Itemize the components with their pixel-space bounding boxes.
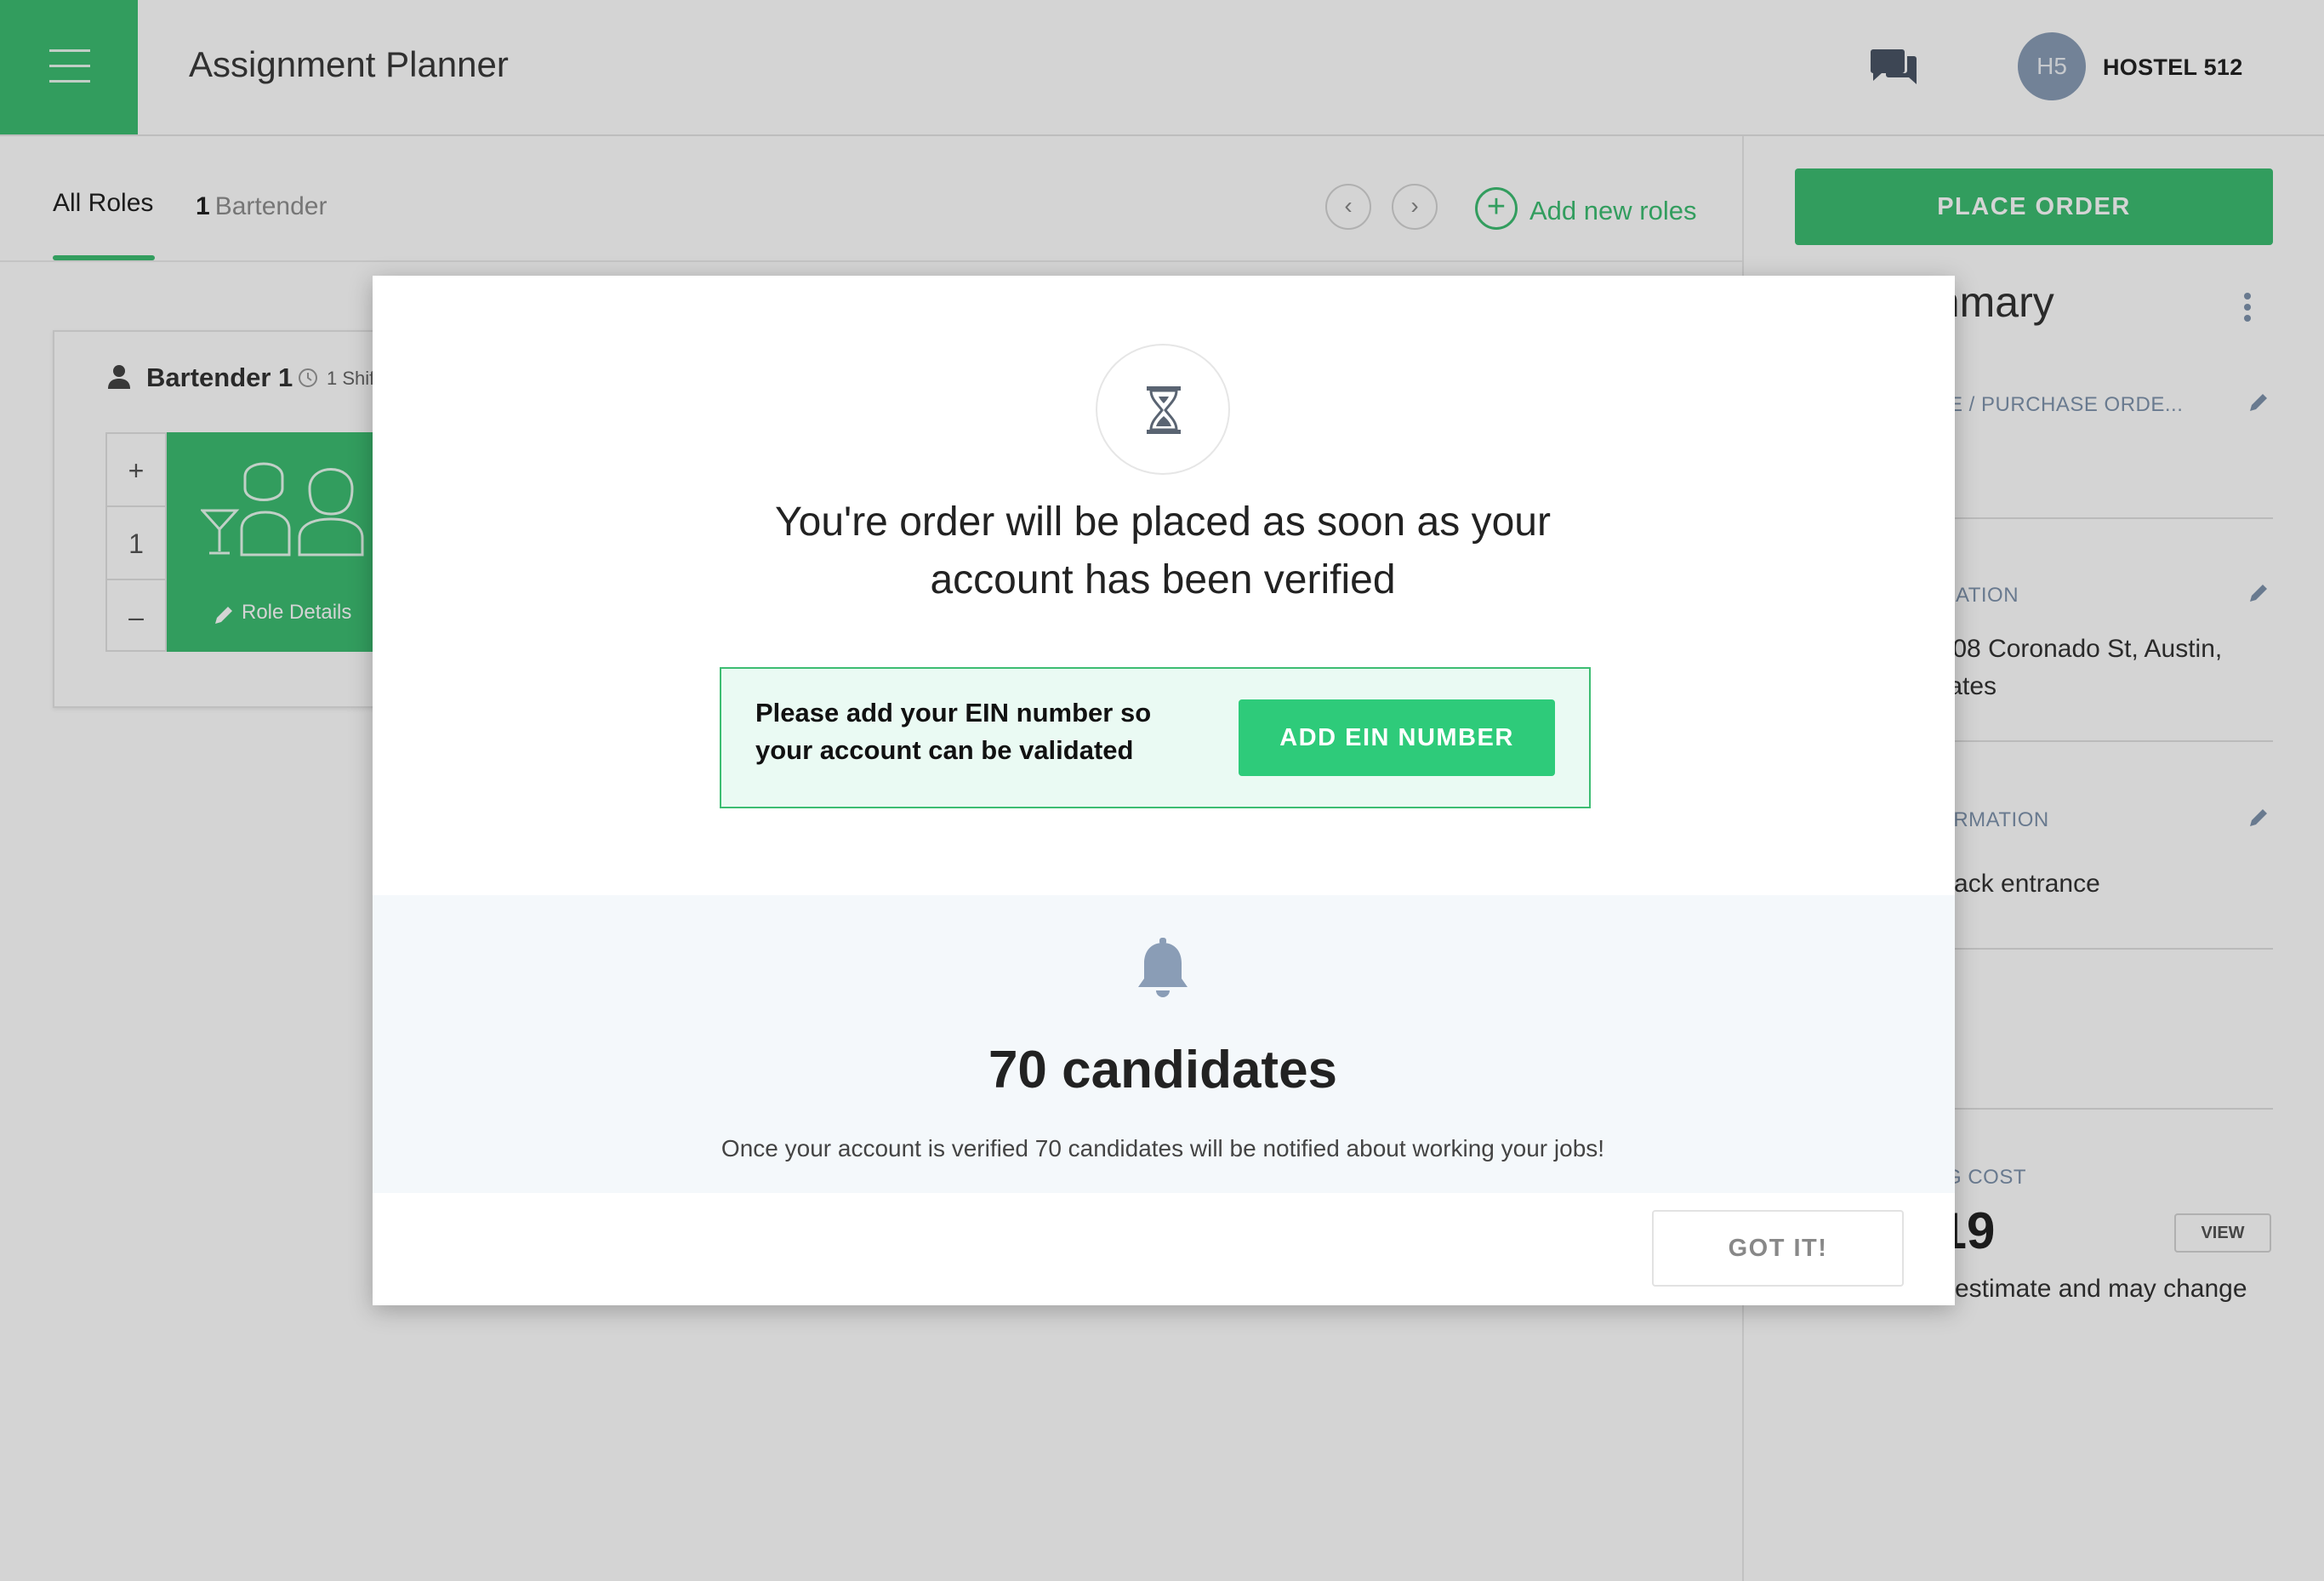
hourglass-badge (1096, 344, 1230, 475)
candidates-note: Once your account is verified 70 candida… (721, 1135, 1605, 1161)
ein-notice-text: Please add your EIN number so your accou… (755, 698, 1152, 765)
bell-icon (1138, 938, 1188, 997)
add-ein-button[interactable]: ADD EIN NUMBER (1239, 699, 1555, 776)
hourglass-icon (1147, 386, 1181, 434)
candidates-count: 70 candidates (988, 1041, 1338, 1099)
modal-heading: You're order will be placed as soon as y… (775, 499, 1551, 602)
got-it-button[interactable]: GOT IT! (1652, 1210, 1904, 1287)
